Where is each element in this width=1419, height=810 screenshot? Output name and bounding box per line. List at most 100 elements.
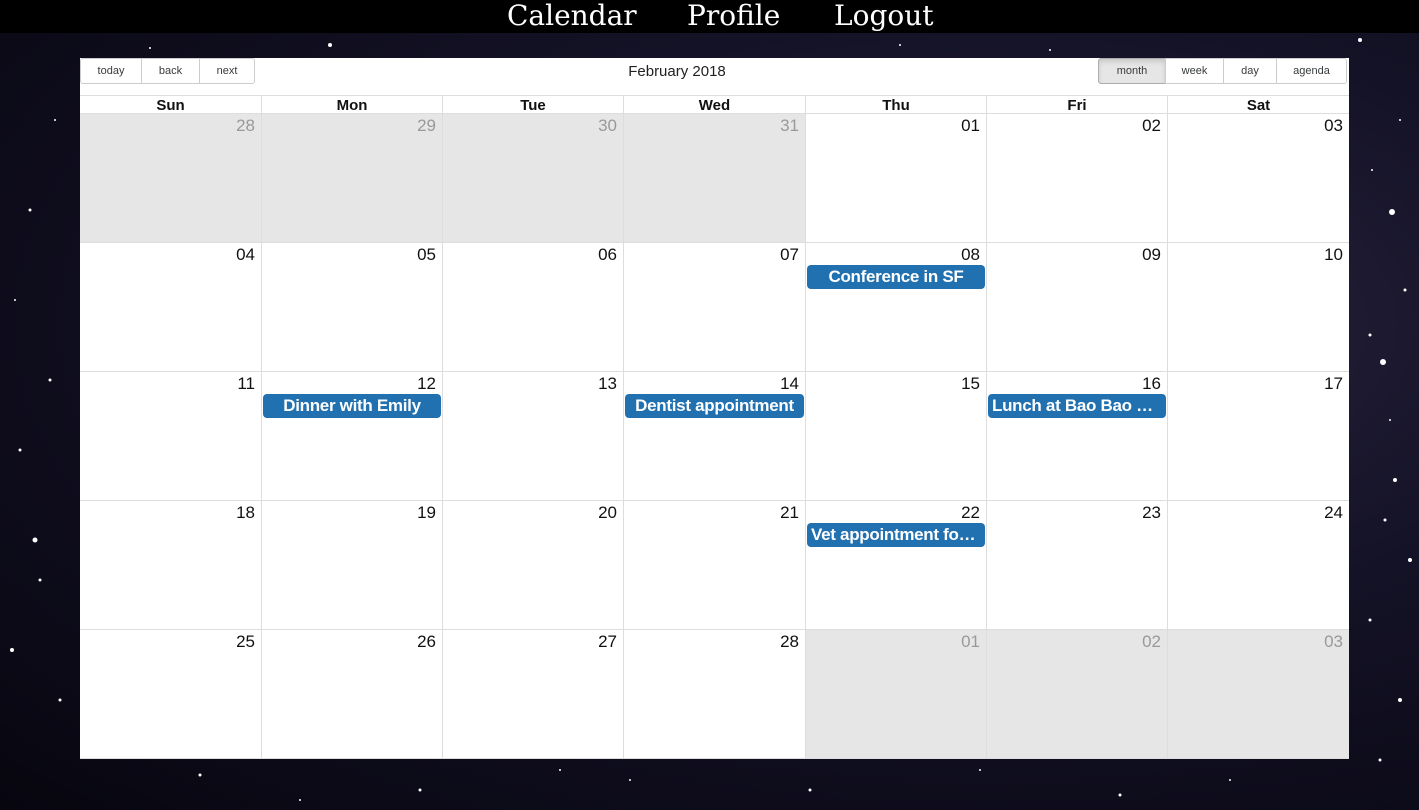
- day-number[interactable]: 05: [417, 245, 436, 265]
- day-cell[interactable]: 12 Dinner with Emily: [261, 372, 442, 500]
- day-number[interactable]: 18: [236, 503, 255, 523]
- day-cell[interactable]: 04: [80, 243, 261, 371]
- day-number[interactable]: 22: [961, 503, 980, 523]
- day-number[interactable]: 31: [780, 116, 799, 136]
- calendar-toolbar: today back next February 2018 month week…: [80, 58, 1349, 95]
- week-row: 25 26 27 28 01 02 03: [80, 630, 1349, 759]
- day-number[interactable]: 20: [598, 503, 617, 523]
- day-cell[interactable]: 08 Conference in SF: [805, 243, 986, 371]
- day-cell[interactable]: 02: [986, 630, 1167, 758]
- calendar-event[interactable]: Dinner with Emily: [263, 394, 441, 418]
- week-row: 28 29 30 31 01 02 03: [80, 114, 1349, 243]
- day-cell[interactable]: 11: [80, 372, 261, 500]
- day-number[interactable]: 04: [236, 245, 255, 265]
- day-number[interactable]: 02: [1142, 632, 1161, 652]
- week-row: 11 12 Dinner with Emily 13 14 Dentist appoint…: [80, 372, 1349, 501]
- day-number[interactable]: 06: [598, 245, 617, 265]
- day-cell[interactable]: 10: [1167, 243, 1349, 371]
- day-cell[interactable]: 23: [986, 501, 1167, 629]
- day-cell[interactable]: 18: [80, 501, 261, 629]
- weekday-header-thu: Thu: [805, 96, 986, 115]
- weekday-header-fri: Fri: [986, 96, 1167, 115]
- day-number[interactable]: 02: [1142, 116, 1161, 136]
- day-number[interactable]: 27: [598, 632, 617, 652]
- day-number[interactable]: 17: [1324, 374, 1343, 394]
- nav-profile-link[interactable]: Profile: [687, 0, 780, 34]
- day-cell[interactable]: 16 Lunch at Bao Bao Ca...: [986, 372, 1167, 500]
- day-number[interactable]: 24: [1324, 503, 1343, 523]
- nav-logout-link[interactable]: Logout: [834, 0, 934, 34]
- nav-calendar-link[interactable]: Calendar: [507, 0, 637, 34]
- day-cell[interactable]: 17: [1167, 372, 1349, 500]
- calendar-event[interactable]: Dentist appointment: [625, 394, 804, 418]
- week-view-button[interactable]: week: [1165, 58, 1224, 84]
- day-number[interactable]: 19: [417, 503, 436, 523]
- day-cell[interactable]: 24: [1167, 501, 1349, 629]
- day-cell[interactable]: 25: [80, 630, 261, 758]
- day-number[interactable]: 15: [961, 374, 980, 394]
- day-number[interactable]: 10: [1324, 245, 1343, 265]
- weekday-header-row: Sun Mon Tue Wed Thu Fri Sat: [80, 95, 1349, 115]
- week-row: 18 19 20 21 22 Vet appointment for ... 23 24: [80, 501, 1349, 630]
- calendar-event[interactable]: Conference in SF: [807, 265, 985, 289]
- top-navigation: Calendar Profile Logout: [0, 0, 1419, 33]
- calendar-event[interactable]: Lunch at Bao Bao Ca...: [988, 394, 1166, 418]
- day-cell[interactable]: 05: [261, 243, 442, 371]
- day-number[interactable]: 13: [598, 374, 617, 394]
- day-cell[interactable]: 01: [805, 630, 986, 758]
- day-cell[interactable]: 03: [1167, 630, 1349, 758]
- day-cell[interactable]: 26: [261, 630, 442, 758]
- day-number[interactable]: 23: [1142, 503, 1161, 523]
- day-cell[interactable]: 20: [442, 501, 623, 629]
- day-cell[interactable]: 29: [261, 114, 442, 242]
- day-number[interactable]: 08: [961, 245, 980, 265]
- day-cell[interactable]: 06: [442, 243, 623, 371]
- day-view-button[interactable]: day: [1223, 58, 1277, 84]
- weekday-header-wed: Wed: [623, 96, 805, 115]
- day-cell[interactable]: 27: [442, 630, 623, 758]
- day-cell[interactable]: 03: [1167, 114, 1349, 242]
- view-button-group: month week day agenda: [1098, 58, 1347, 84]
- day-number[interactable]: 11: [237, 374, 255, 394]
- day-cell[interactable]: 15: [805, 372, 986, 500]
- day-cell[interactable]: 01: [805, 114, 986, 242]
- month-view-button[interactable]: month: [1098, 58, 1166, 84]
- day-number[interactable]: 14: [780, 374, 799, 394]
- day-number[interactable]: 28: [236, 116, 255, 136]
- day-cell[interactable]: 13: [442, 372, 623, 500]
- day-number[interactable]: 28: [780, 632, 799, 652]
- day-number[interactable]: 12: [417, 374, 436, 394]
- day-number[interactable]: 29: [417, 116, 436, 136]
- week-row: 04 05 06 07 08 Conference in SF 09 10: [80, 243, 1349, 372]
- day-cell[interactable]: 19: [261, 501, 442, 629]
- day-cell[interactable]: 22 Vet appointment for ...: [805, 501, 986, 629]
- day-number[interactable]: 30: [598, 116, 617, 136]
- calendar-event[interactable]: Vet appointment for ...: [807, 523, 985, 547]
- day-cell[interactable]: 31: [623, 114, 805, 242]
- current-month-label: February 2018: [628, 63, 726, 80]
- weekday-header-tue: Tue: [442, 96, 623, 115]
- day-cell[interactable]: 30: [442, 114, 623, 242]
- day-cell[interactable]: 21: [623, 501, 805, 629]
- day-number[interactable]: 01: [961, 116, 980, 136]
- day-cell[interactable]: 07: [623, 243, 805, 371]
- day-cell[interactable]: 28: [80, 114, 261, 242]
- day-number[interactable]: 21: [780, 503, 799, 523]
- calendar: today back next February 2018 month week…: [80, 58, 1349, 759]
- day-number[interactable]: 03: [1324, 632, 1343, 652]
- month-grid: Sun Mon Tue Wed Thu Fri Sat 28 29 30 31 01 02 03 04 05…: [80, 95, 1349, 759]
- day-number[interactable]: 03: [1324, 116, 1343, 136]
- day-number[interactable]: 25: [236, 632, 255, 652]
- day-number[interactable]: 01: [961, 632, 980, 652]
- day-number[interactable]: 09: [1142, 245, 1161, 265]
- day-cell[interactable]: 14 Dentist appointment: [623, 372, 805, 500]
- day-number[interactable]: 07: [780, 245, 799, 265]
- day-cell[interactable]: 09: [986, 243, 1167, 371]
- agenda-view-button[interactable]: agenda: [1276, 58, 1347, 84]
- day-number[interactable]: 26: [417, 632, 436, 652]
- weekday-header-sat: Sat: [1167, 96, 1349, 115]
- day-cell[interactable]: 02: [986, 114, 1167, 242]
- weekday-header-sun: Sun: [156, 97, 185, 114]
- day-number[interactable]: 16: [1142, 374, 1161, 394]
- day-cell[interactable]: 28: [623, 630, 805, 758]
